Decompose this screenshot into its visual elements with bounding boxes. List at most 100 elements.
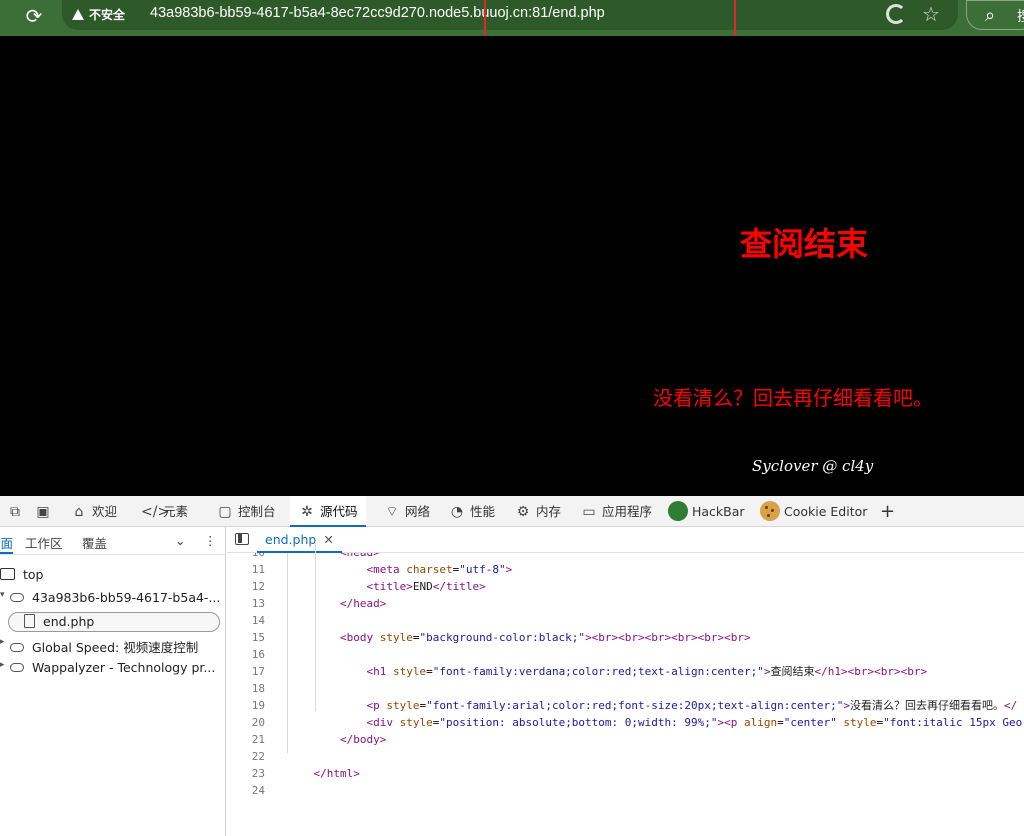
code-lines[interactable]: 10 <head>11 <meta charset="utf-8">12 <ti… bbox=[227, 553, 1024, 836]
line-content: <head> bbox=[287, 553, 380, 559]
nav-tab-page[interactable]: 页面 bbox=[0, 533, 14, 554]
devtools-panel: ⧉ ▣ ⌂ 欢迎 </>元素 ▢ 控制台 ✲ 源代码 ⌔ 网络 ◔ 性能 ⚙ 内存 ▭ 应用程… bbox=[0, 496, 1024, 836]
tab-elements[interactable]: </>元素 bbox=[141, 496, 188, 527]
code-line[interactable]: 20 <div style="position: absolute;bottom… bbox=[227, 714, 1024, 731]
security-label: 不安全 bbox=[89, 8, 126, 22]
line-number[interactable]: 23 bbox=[227, 765, 265, 782]
security-warning[interactable]: 不安全 bbox=[72, 6, 125, 23]
sidebar-toggle-icon[interactable]: ▣ bbox=[34, 496, 56, 527]
line-number[interactable]: 13 bbox=[227, 595, 265, 612]
line-number[interactable]: 11 bbox=[227, 561, 265, 578]
signature-text: Syclover @ cl4y bbox=[752, 457, 874, 475]
url-text[interactable]: 43a983b6-bb59-4617-b5a4-8ec72cc9d270.nod… bbox=[150, 5, 605, 21]
code-line[interactable]: 14 bbox=[227, 612, 1024, 629]
tab-cookie-editor[interactable]: Cookie Editor bbox=[760, 496, 867, 527]
page-heading: 查阅结束 bbox=[740, 225, 869, 263]
tree-item-top[interactable]: top bbox=[0, 567, 43, 582]
code-line[interactable]: 10 <head> bbox=[227, 553, 1024, 561]
warning-icon bbox=[72, 9, 84, 20]
home-icon: ⌂ bbox=[74, 504, 84, 520]
code-line[interactable]: 17 <h1 style="font-family:verdana;color:… bbox=[227, 663, 1024, 680]
edge-extension-icon[interactable] bbox=[886, 4, 906, 24]
memory-chip-icon: ⚙ bbox=[516, 504, 530, 520]
tree-item-end-php[interactable]: end.php bbox=[24, 614, 94, 629]
search-icon: ⌕ bbox=[985, 5, 996, 26]
cloud-icon bbox=[10, 643, 24, 652]
navigator-tab-bar: 页面 工作区 覆盖 ⌄ ⋮ bbox=[0, 527, 225, 555]
nav-tab-workspace[interactable]: 工作区 bbox=[25, 533, 63, 552]
close-icon[interactable]: ✕ bbox=[323, 532, 333, 547]
tab-sources[interactable]: ✲ 源代码 bbox=[290, 496, 366, 527]
line-content: <meta charset="utf-8"> bbox=[366, 563, 513, 576]
line-content: </head> bbox=[339, 597, 387, 610]
nav-tab-overrides[interactable]: 覆盖 bbox=[82, 533, 107, 552]
file-icon bbox=[24, 614, 35, 628]
browser-toolbar: ⟳ 不安全 43a983b6-bb59-4617-b5a4-8ec72cc9d2… bbox=[0, 0, 1024, 43]
line-number[interactable]: 21 bbox=[227, 731, 265, 748]
line-number[interactable]: 20 bbox=[227, 714, 265, 731]
hackbar-icon bbox=[668, 501, 688, 521]
hint-text: 没看清么？回去再仔细看看吧。 bbox=[653, 386, 933, 410]
wifi-icon: ⌔ bbox=[385, 504, 399, 520]
code-editor: end.php✕ 10 <head>11 <meta charset="utf-… bbox=[227, 527, 1024, 836]
tab-hackbar[interactable]: HackBar bbox=[668, 496, 745, 527]
search-label: 搜 bbox=[1017, 6, 1024, 26]
cookie-icon bbox=[760, 501, 780, 521]
code-line[interactable]: 21 </body> bbox=[227, 731, 1024, 748]
cloud-icon bbox=[10, 593, 24, 602]
code-line[interactable]: 22 bbox=[227, 748, 1024, 765]
line-number[interactable]: 10 bbox=[227, 553, 265, 561]
reload-icon[interactable]: ⟳ bbox=[22, 4, 46, 28]
bug-icon: ✲ bbox=[301, 504, 313, 520]
line-content: <h1 style="font-family:verdana;color:red… bbox=[366, 665, 928, 678]
favorite-star-icon[interactable]: ☆ bbox=[922, 2, 940, 26]
tree-item-extension-wappalyzer[interactable]: ▸ Wappalyzer - Technology pr... bbox=[0, 660, 215, 675]
code-line[interactable]: 24 bbox=[227, 782, 1024, 799]
line-number[interactable]: 16 bbox=[227, 646, 265, 663]
add-tab-button[interactable]: + bbox=[880, 496, 895, 527]
expand-arrow-icon: ▸ bbox=[0, 637, 5, 647]
tab-memory[interactable]: ⚙ 内存 bbox=[514, 496, 561, 527]
code-line[interactable]: 13 </head> bbox=[227, 595, 1024, 612]
line-number[interactable]: 18 bbox=[227, 680, 265, 697]
code-line[interactable]: 16 bbox=[227, 646, 1024, 663]
search-button[interactable]: ⌕ 搜 bbox=[966, 0, 1024, 30]
editor-tab-bar: end.php ✕ bbox=[227, 527, 1024, 553]
page-viewport: 查阅结束 没看清么？回去再仔细看看吧。 Syclover @ cl4y bbox=[0, 36, 1024, 496]
toggle-navigator-icon[interactable] bbox=[235, 533, 249, 545]
tree-item-origin[interactable]: ▾ 43a983b6-bb59-4617-b5a4-... bbox=[0, 590, 220, 605]
address-bar[interactable]: 不安全 43a983b6-bb59-4617-b5a4-8ec72cc9d270… bbox=[62, 0, 958, 30]
tab-application[interactable]: ▭ 应用程序 bbox=[580, 496, 652, 527]
tab-performance[interactable]: ◔ 性能 bbox=[448, 496, 495, 527]
tab-welcome[interactable]: ⌂ 欢迎 bbox=[70, 496, 117, 527]
editor-file-tab[interactable]: end.php ✕ bbox=[257, 527, 342, 553]
tab-console[interactable]: ▢ 控制台 bbox=[216, 496, 275, 527]
chevron-down-icon[interactable]: ⌄ bbox=[175, 533, 185, 548]
code-line[interactable]: 11 <meta charset="utf-8"> bbox=[227, 561, 1024, 578]
line-number[interactable]: 14 bbox=[227, 612, 265, 629]
line-content: <title>END</title> bbox=[366, 580, 486, 593]
line-number[interactable]: 19 bbox=[227, 697, 265, 714]
line-content: <body style="background-color:black;"><b… bbox=[339, 631, 751, 644]
tree-item-extension-global-speed[interactable]: ▸ Global Speed: 视频速度控制 bbox=[0, 637, 198, 656]
line-number[interactable]: 24 bbox=[227, 782, 265, 799]
line-number[interactable]: 22 bbox=[227, 748, 265, 765]
more-options-icon[interactable]: ⋮ bbox=[204, 533, 217, 548]
code-line[interactable]: 15 <body style="background-color:black;"… bbox=[227, 629, 1024, 646]
tab-network[interactable]: ⌔ 网络 bbox=[383, 496, 430, 527]
line-number[interactable]: 17 bbox=[227, 663, 265, 680]
sources-navigator: 页面 工作区 覆盖 ⌄ ⋮ top ▾43a983b6-bb59-4617-b5… bbox=[0, 527, 226, 836]
code-line[interactable]: 19 <p style="font-family:arial;color:red… bbox=[227, 697, 1024, 714]
line-number[interactable]: 15 bbox=[227, 629, 265, 646]
line-number[interactable]: 12 bbox=[227, 578, 265, 595]
line-content: <p style="font-family:arial;color:red;fo… bbox=[366, 699, 1018, 712]
frame-icon bbox=[0, 568, 15, 580]
line-content: <div style="position: absolute;bottom: 0… bbox=[366, 716, 1024, 729]
code-line[interactable]: 18 bbox=[227, 680, 1024, 697]
dock-icon[interactable]: ⧉ bbox=[6, 496, 28, 527]
cloud-icon bbox=[10, 663, 24, 672]
app-window-icon: ▭ bbox=[582, 504, 596, 520]
code-line[interactable]: 23 </html> bbox=[227, 765, 1024, 782]
code-line[interactable]: 12 <title>END</title> bbox=[227, 578, 1024, 595]
expand-arrow-icon: ▸ bbox=[0, 660, 5, 670]
